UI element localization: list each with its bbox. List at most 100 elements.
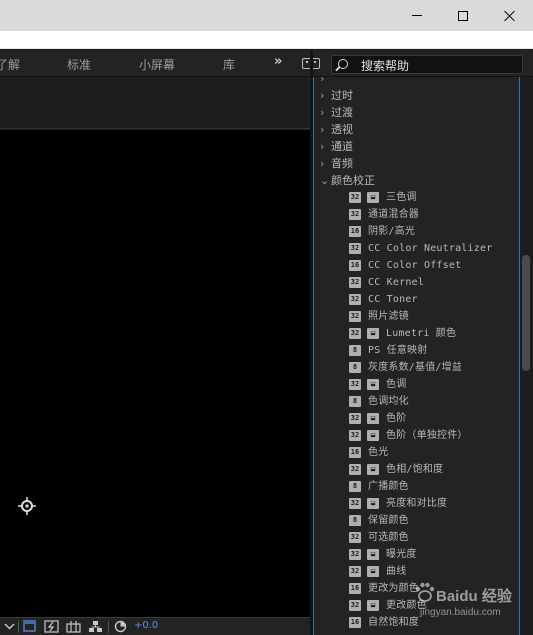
toolbar-separator: [108, 621, 109, 633]
close-icon: [504, 10, 516, 22]
effect-item[interactable]: 16 阴影/高光: [314, 223, 519, 240]
bit-depth-32-badge-icon: 32: [349, 379, 361, 390]
bit-depth-32-badge-icon: 32: [349, 430, 361, 441]
bit-depth-8-badge-icon: 8: [349, 362, 361, 373]
fx-badge-icon: ⬓: [367, 549, 379, 560]
fx-badge-icon: ⬓: [367, 600, 379, 611]
effect-item-label: CC Color Neutralizer: [368, 243, 493, 254]
workspace-tab-libraries[interactable]: 库: [223, 56, 235, 73]
effect-item[interactable]: 32 ⬓ Lumetri 颜色: [314, 325, 519, 342]
chevron-right-icon[interactable]: ›: [320, 104, 324, 121]
effect-item[interactable]: 32 CC Color Neutralizer: [314, 240, 519, 257]
bit-depth-16-badge-icon: 16: [349, 447, 361, 458]
effect-item-label: 色调: [386, 379, 407, 390]
effect-item[interactable]: 8 灰度系数/基值/增益: [314, 359, 519, 376]
bit-depth-8-badge-icon: 8: [349, 515, 361, 526]
effect-item[interactable]: 8 保留颜色: [314, 512, 519, 529]
workspace-more-chevron-icon[interactable]: »: [274, 54, 282, 69]
fast-preview-icon[interactable]: [44, 620, 59, 633]
effect-item-label: CC Color Offset: [368, 260, 462, 271]
search-help-input[interactable]: 搜索帮助: [331, 55, 523, 74]
effect-item[interactable]: 32 CC Kernel: [314, 274, 519, 291]
effect-item[interactable]: 32 ⬓ 色调: [314, 376, 519, 393]
bit-depth-32-badge-icon: 32: [349, 277, 361, 288]
effect-item[interactable]: 16 色光: [314, 444, 519, 461]
effect-item[interactable]: 32 ⬓ 色阶: [314, 410, 519, 427]
composition-viewer[interactable]: [0, 130, 310, 617]
maximize-icon: [458, 10, 468, 21]
effect-item-label: 色阶（单独控件）: [386, 430, 468, 441]
chevron-right-icon[interactable]: ›: [320, 87, 324, 104]
effect-item[interactable]: 32 ⬓ 亮度和对比度: [314, 495, 519, 512]
effect-item-label: CC Toner: [368, 294, 418, 305]
chevron-right-icon[interactable]: ›: [320, 77, 324, 87]
exposure-value[interactable]: +0.0: [134, 620, 158, 631]
effect-item[interactable]: 8 PS 任意映射: [314, 342, 519, 359]
effect-category[interactable]: › 通道: [314, 138, 519, 155]
bit-depth-32-badge-icon: 32: [349, 243, 361, 254]
effect-category[interactable]: › 过时: [314, 87, 519, 104]
workspace-tab-small-screen[interactable]: 小屏幕: [139, 56, 175, 73]
region-of-interest-icon[interactable]: [22, 620, 37, 633]
effect-item-label: 保留颜色: [368, 515, 409, 526]
effect-item-label: 亮度和对比度: [386, 498, 448, 509]
chevron-right-icon[interactable]: ›: [320, 155, 324, 172]
effect-category-label: 颜色校正: [331, 174, 375, 187]
effect-item[interactable]: 8 色调均化: [314, 393, 519, 410]
viewer-toolbar: +0.0: [0, 617, 310, 635]
bit-depth-32-badge-icon: 32: [349, 192, 361, 203]
anchor-target-icon[interactable]: [18, 497, 36, 515]
effect-item-label: CC Kernel: [368, 277, 424, 288]
close-button[interactable]: [487, 0, 533, 31]
effect-category[interactable]: ⌄ 颜色校正: [314, 172, 519, 189]
effects-scrollbar[interactable]: [520, 77, 533, 635]
effect-item[interactable]: 32 ⬓ 三色调: [314, 189, 519, 206]
effect-category[interactable]: › 音频: [314, 155, 519, 172]
bit-depth-32-badge-icon: 32: [349, 328, 361, 339]
effect-item-label: PS 任意映射: [368, 345, 428, 356]
effect-item[interactable]: 16 CC Color Offset: [314, 257, 519, 274]
effect-item[interactable]: 32 ⬓ 曝光度: [314, 546, 519, 563]
chevron-right-icon[interactable]: ›: [320, 121, 324, 138]
bit-depth-32-badge-icon: 32: [349, 209, 361, 220]
bit-depth-32-badge-icon: 32: [349, 600, 361, 611]
window-titlebar: [0, 0, 533, 31]
dropdown-chevron-icon[interactable]: [2, 620, 17, 633]
effect-category[interactable]: › 透视: [314, 121, 519, 138]
fx-badge-icon: ⬓: [367, 328, 379, 339]
workspace-tab-learn[interactable]: 了解: [0, 56, 20, 73]
paw-logo-icon: [415, 582, 435, 602]
baidu-jingyan-watermark: Baidu 经验 jingyan.baidu.com: [400, 575, 530, 630]
effect-category[interactable]: › 过渡: [314, 104, 519, 121]
bit-depth-8-badge-icon: 8: [349, 396, 361, 407]
fx-badge-icon: ⬓: [367, 464, 379, 475]
fx-badge-icon: ⬓: [367, 566, 379, 577]
workspace-tab-standard[interactable]: 标准: [67, 56, 91, 73]
effects-scroll-thumb[interactable]: [522, 255, 530, 371]
effect-item[interactable]: 8 广播颜色: [314, 478, 519, 495]
effect-item[interactable]: 32 照片滤镜: [314, 308, 519, 325]
effect-item[interactable]: 32 ⬓ 色阶（单独控件）: [314, 427, 519, 444]
fx-badge-icon: ⬓: [367, 498, 379, 509]
fx-badge-icon: ⬓: [367, 430, 379, 441]
effect-category[interactable]: ›: [314, 77, 519, 87]
effect-item[interactable]: 32 可选颜色: [314, 529, 519, 546]
effect-item-label: 广播颜色: [368, 481, 409, 492]
transparency-grid-icon[interactable]: [66, 620, 81, 633]
minimize-button[interactable]: [394, 0, 440, 31]
effect-item[interactable]: 32 CC Toner: [314, 291, 519, 308]
network-icon[interactable]: [88, 620, 103, 633]
panel-header-strip: [0, 77, 310, 129]
chevron-down-icon[interactable]: ⌄: [320, 172, 329, 189]
effect-item-label: 可选颜色: [368, 532, 409, 543]
maximize-button[interactable]: [440, 0, 486, 31]
effect-category-label: 过渡: [331, 106, 353, 119]
bit-depth-8-badge-icon: 8: [349, 481, 361, 492]
effect-category-label: 音频: [331, 157, 353, 170]
effect-item[interactable]: 32 通道混合器: [314, 206, 519, 223]
bit-depth-32-badge-icon: 32: [349, 549, 361, 560]
effect-item-label: 色阶: [386, 413, 407, 424]
reset-exposure-icon[interactable]: [113, 620, 128, 633]
chevron-right-icon[interactable]: ›: [320, 138, 324, 155]
effect-item[interactable]: 32 ⬓ 色相/饱和度: [314, 461, 519, 478]
